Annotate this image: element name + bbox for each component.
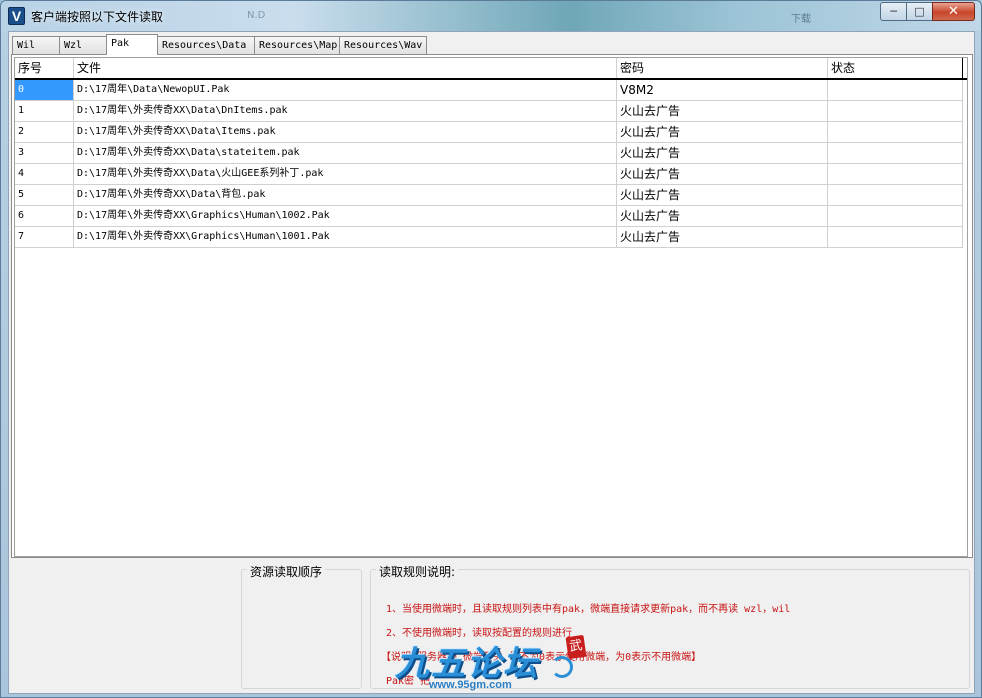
column-header-file[interactable]: 文件 bbox=[74, 58, 617, 78]
row-password-cell[interactable]: 火山去广告 bbox=[617, 122, 828, 143]
row-file-cell[interactable]: D:\17周年\外卖传奇XX\Data\DnItems.pak bbox=[74, 101, 617, 122]
window-controls: ─ □ ✕ bbox=[880, 2, 975, 22]
background-title-text: N.D bbox=[247, 10, 266, 21]
table-row[interactable]: 5 D:\17周年\外卖传奇XX\Data\背包.pak 火山去广告 bbox=[15, 185, 967, 206]
row-status-cell[interactable] bbox=[828, 164, 963, 185]
row-index-cell[interactable]: 4 bbox=[15, 164, 74, 185]
forum-watermark: 九五论坛 武 www.95gm.com bbox=[391, 634, 587, 694]
tab-wil[interactable]: Wil bbox=[12, 36, 60, 54]
resource-order-group: 资源读取顺序 bbox=[241, 563, 362, 689]
column-header-password[interactable]: 密码 bbox=[617, 58, 828, 78]
read-rules-title: 读取规则说明: bbox=[376, 563, 459, 580]
row-status-cell[interactable] bbox=[828, 143, 963, 164]
column-header-index[interactable]: 序号 bbox=[15, 58, 74, 78]
background-download-text: 下载 bbox=[791, 14, 811, 25]
table-row[interactable]: 3 D:\17周年\外卖传奇XX\Data\stateitem.pak 火山去广告 bbox=[15, 143, 967, 164]
row-index-cell[interactable]: 7 bbox=[15, 227, 74, 248]
title-bar[interactable]: V 客户端按照以下文件读取 N.D 下载 ─ □ ✕ bbox=[1, 1, 981, 31]
row-file-cell[interactable]: D:\17周年\外卖传奇XX\Graphics\Human\1002.Pak bbox=[74, 206, 617, 227]
row-file-cell[interactable]: D:\17周年\Data\NewopUI.Pak bbox=[74, 80, 617, 101]
table-row[interactable]: 6 D:\17周年\外卖传奇XX\Graphics\Human\1002.Pak 火… bbox=[15, 206, 967, 227]
app-window: V 客户端按照以下文件读取 N.D 下载 ─ □ ✕ Wil Wzl Pak R… bbox=[0, 0, 982, 698]
pak-tab-panel: 序号 文件 密码 状态 0 D:\17周年\Data\NewopUI.Pak V8M… bbox=[11, 54, 973, 558]
row-status-cell[interactable] bbox=[828, 227, 963, 248]
row-index-cell[interactable]: 3 bbox=[15, 143, 74, 164]
row-index-cell[interactable]: 1 bbox=[15, 101, 74, 122]
watermark-url: www.95gm.com bbox=[429, 679, 512, 691]
resource-order-title: 资源读取顺序 bbox=[247, 563, 326, 580]
table-row[interactable]: 4 D:\17周年\外卖传奇XX\Data\火山GEE系列补丁.pak 火山去广告 bbox=[15, 164, 967, 185]
table-row[interactable]: 1 D:\17周年\外卖传奇XX\Data\DnItems.pak 火山去广告 bbox=[15, 101, 967, 122]
watermark-logo-text: 九五论坛 bbox=[395, 644, 539, 684]
row-status-cell[interactable] bbox=[828, 80, 963, 101]
rule-line-1: 1、当使用微端时，且读取规则列表中有pak，微端直接请求更新pak，而不再读 w… bbox=[386, 604, 791, 615]
maximize-button[interactable]: □ bbox=[906, 2, 932, 21]
row-index-cell[interactable]: 6 bbox=[15, 206, 74, 227]
row-password-cell[interactable]: V8M2 bbox=[617, 80, 828, 101]
row-password-cell[interactable]: 火山去广告 bbox=[617, 185, 828, 206]
column-header-status[interactable]: 状态 bbox=[828, 58, 963, 78]
row-password-cell[interactable]: 火山去广告 bbox=[617, 164, 828, 185]
row-file-cell[interactable]: D:\17周年\外卖传奇XX\Data\Items.pak bbox=[74, 122, 617, 143]
table-header: 序号 文件 密码 状态 bbox=[15, 58, 967, 80]
window-title: 客户端按照以下文件读取 bbox=[31, 10, 164, 24]
row-status-cell[interactable] bbox=[828, 122, 963, 143]
table-row[interactable]: 7 D:\17周年\外卖传奇XX\Graphics\Human\1001.Pak 火… bbox=[15, 227, 967, 248]
tab-resources-wav[interactable]: Resources\Wav bbox=[339, 36, 427, 54]
tab-resources-data[interactable]: Resources\Data bbox=[157, 36, 255, 54]
close-button[interactable]: ✕ bbox=[932, 2, 975, 21]
client-area: Wil Wzl Pak Resources\Data Resources\Map… bbox=[8, 31, 975, 694]
row-file-cell[interactable]: D:\17周年\外卖传奇XX\Data\火山GEE系列补丁.pak bbox=[74, 164, 617, 185]
pak-file-table[interactable]: 序号 文件 密码 状态 0 D:\17周年\Data\NewopUI.Pak V8M… bbox=[14, 57, 968, 557]
row-password-cell[interactable]: 火山去广告 bbox=[617, 143, 828, 164]
row-status-cell[interactable] bbox=[828, 185, 963, 206]
app-icon: V bbox=[8, 7, 25, 25]
minimize-button[interactable]: ─ bbox=[880, 2, 906, 21]
row-index-cell[interactable]: 0 bbox=[15, 80, 74, 101]
tab-resources-map[interactable]: Resources\Map bbox=[254, 36, 340, 54]
row-password-cell[interactable]: 火山去广告 bbox=[617, 227, 828, 248]
row-status-cell[interactable] bbox=[828, 206, 963, 227]
row-file-cell[interactable]: D:\17周年\外卖传奇XX\Graphics\Human\1001.Pak bbox=[74, 227, 617, 248]
row-file-cell[interactable]: D:\17周年\外卖传奇XX\Data\stateitem.pak bbox=[74, 143, 617, 164]
tab-strip: Wil Wzl Pak Resources\Data Resources\Map… bbox=[12, 34, 427, 55]
row-index-cell[interactable]: 2 bbox=[15, 122, 74, 143]
row-index-cell[interactable]: 5 bbox=[15, 185, 74, 206]
table-row[interactable]: 2 D:\17周年\外卖传奇XX\Data\Items.pak 火山去广告 bbox=[15, 122, 967, 143]
tab-pak[interactable]: Pak bbox=[106, 34, 158, 55]
row-file-cell[interactable]: D:\17周年\外卖传奇XX\Data\背包.pak bbox=[74, 185, 617, 206]
table-row[interactable]: 0 D:\17周年\Data\NewopUI.Pak V8M2 bbox=[15, 80, 967, 101]
row-password-cell[interactable]: 火山去广告 bbox=[617, 101, 828, 122]
table-body: 0 D:\17周年\Data\NewopUI.Pak V8M2 1 D:\17周年\外卖… bbox=[15, 80, 967, 248]
tab-wzl[interactable]: Wzl bbox=[59, 36, 107, 54]
swirl-icon bbox=[551, 656, 573, 678]
row-password-cell[interactable]: 火山去广告 bbox=[617, 206, 828, 227]
row-status-cell[interactable] bbox=[828, 101, 963, 122]
seal-stamp-icon: 武 bbox=[565, 634, 587, 660]
